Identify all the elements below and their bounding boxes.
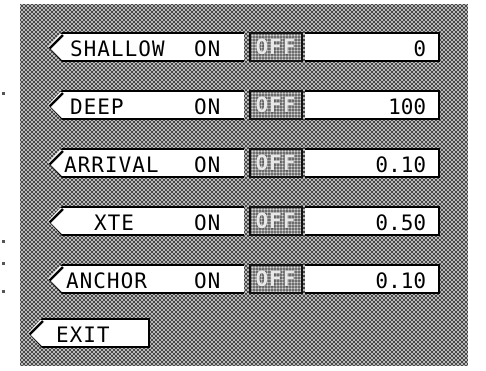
anchor-off-label: OFF <box>255 267 297 291</box>
anchor-value-field[interactable]: 0.10 <box>305 264 440 294</box>
xte-value: 0.50 <box>375 211 426 235</box>
shallow-label: SHALLOW <box>70 37 166 61</box>
alarm-row-anchor: ANCHOR ON OFF 0.10 <box>48 264 440 294</box>
anchor-on-option[interactable]: ON <box>194 269 221 293</box>
alarm-row-xte: XTE ON OFF 0.50 <box>48 206 440 236</box>
left-arrow-icon <box>48 92 64 120</box>
margin-mark <box>2 290 5 293</box>
anchor-label: ANCHOR <box>66 269 148 293</box>
shallow-value-field[interactable]: 0 <box>305 32 440 62</box>
left-arrow-icon <box>48 208 64 236</box>
alarm-row-shallow: SHALLOW ON OFF 0 <box>48 32 440 62</box>
arrival-value-field[interactable]: 0.10 <box>305 148 440 178</box>
shallow-off-label: OFF <box>255 35 297 59</box>
deep-on-option[interactable]: ON <box>194 95 221 119</box>
anchor-alarm-button[interactable]: ANCHOR ON <box>48 264 244 294</box>
left-arrow-icon <box>48 150 64 178</box>
deep-alarm-button[interactable]: DEEP ON <box>48 90 244 120</box>
shallow-alarm-button[interactable]: SHALLOW ON <box>48 32 244 62</box>
xte-off-option[interactable]: OFF <box>249 206 303 236</box>
deep-off-option[interactable]: OFF <box>249 90 303 120</box>
exit-button[interactable]: EXIT <box>28 318 150 348</box>
deep-off-label: OFF <box>255 93 297 117</box>
deep-label: DEEP <box>70 95 125 119</box>
deep-value-field[interactable]: 100 <box>305 90 440 120</box>
anchor-value: 0.10 <box>375 269 426 293</box>
alarm-row-arrival: ARRIVAL ON OFF 0.10 <box>48 148 440 178</box>
arrival-off-label: OFF <box>255 151 297 175</box>
xte-value-field[interactable]: 0.50 <box>305 206 440 236</box>
arrival-on-option[interactable]: ON <box>194 153 221 177</box>
shallow-off-option[interactable]: OFF <box>249 32 303 62</box>
left-arrow-icon <box>48 34 64 62</box>
alarm-row-deep: DEEP ON OFF 100 <box>48 90 440 120</box>
margin-mark <box>2 92 5 95</box>
arrival-off-option[interactable]: OFF <box>249 148 303 178</box>
margin-mark <box>2 240 5 243</box>
xte-on-option[interactable]: ON <box>194 211 221 235</box>
shallow-on-option[interactable]: ON <box>194 37 221 61</box>
shallow-value: 0 <box>413 37 426 61</box>
arrival-label: ARRIVAL <box>64 153 160 177</box>
deep-value: 100 <box>388 95 426 119</box>
xte-alarm-button[interactable]: XTE ON <box>48 206 244 236</box>
alarm-settings-screen: SHALLOW ON OFF 0 DEEP ON OFF 100 ARRIVAL… <box>20 4 468 366</box>
arrival-alarm-button[interactable]: ARRIVAL ON <box>48 148 244 178</box>
exit-label: EXIT <box>56 323 111 347</box>
xte-off-label: OFF <box>255 209 297 233</box>
margin-mark <box>2 262 5 265</box>
arrival-value: 0.10 <box>375 153 426 177</box>
anchor-off-option[interactable]: OFF <box>249 264 303 294</box>
xte-label: XTE <box>94 211 135 235</box>
left-arrow-icon <box>48 266 64 294</box>
